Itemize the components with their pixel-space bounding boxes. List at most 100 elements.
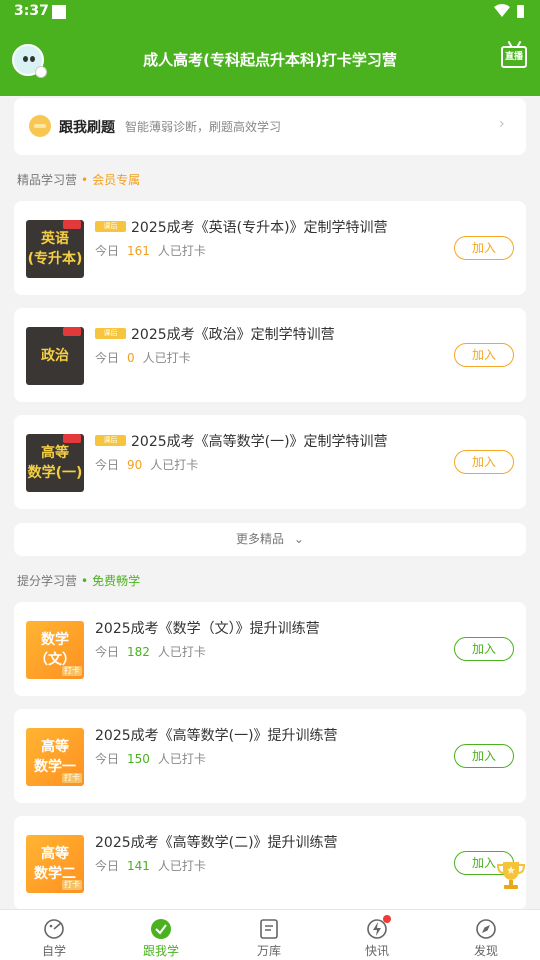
camp-today: 今日 182 人已打卡 <box>95 643 206 660</box>
drill-title: 跟我刷题 <box>59 120 115 136</box>
today-label: 今日 <box>95 859 120 873</box>
thumb-line: 数学 <box>41 632 69 648</box>
live-button[interactable]: 直播 <box>501 46 527 68</box>
tab-label: 快讯 <box>364 944 389 958</box>
drill-description: 智能薄弱诊断，刷题高效学习 <box>125 120 282 134</box>
camp-title: 2025成考《高等数学(一)》定制学特训营 <box>131 434 388 450</box>
today-label: 今日 <box>95 645 120 659</box>
checkin-suffix: 人已打卡 <box>157 244 206 258</box>
notification-icon <box>52 5 66 19</box>
camp-today: 今日 150 人已打卡 <box>95 750 206 767</box>
checkin-stamp: 打卡 <box>62 880 82 890</box>
today-label: 今日 <box>95 458 120 472</box>
vip-badge: 课后 <box>95 221 126 232</box>
camp-card[interactable]: 高等 数学一 打卡 2025成考《高等数学(一)》提升训练营 今日 150 人已打卡 … <box>14 709 526 803</box>
chevron-right-icon: › <box>499 116 505 132</box>
vip-badge: 课后 <box>95 328 126 339</box>
tab-discover[interactable]: 发现 <box>456 918 516 959</box>
camp-today: 今日 141 人已打卡 <box>95 857 206 874</box>
flag-icon <box>63 434 81 443</box>
join-button[interactable]: 加入 <box>454 343 514 367</box>
section-dot: • <box>81 173 89 187</box>
tab-label: 跟我学 <box>142 944 179 958</box>
camp-card[interactable]: 政治 课后 2025成考《政治》定制学特训营 今日 0 人已打卡 加入 <box>14 308 526 402</box>
camp-card[interactable]: 数学 （文） 打卡 2025成考《数学（文）》提升训练营 今日 182 人已打卡 加入 <box>14 602 526 696</box>
camp-thumbnail: 高等 数学(一) <box>26 434 84 492</box>
camp-thumbnail: 高等 数学二 打卡 <box>26 835 84 893</box>
join-button[interactable]: 加入 <box>454 450 514 474</box>
tab-follow-study[interactable]: 跟我学 <box>131 918 191 959</box>
checkin-suffix: 人已打卡 <box>157 859 206 873</box>
section-dot: • <box>81 574 89 588</box>
thumb-line: 政治 <box>41 348 69 364</box>
camp-card[interactable]: 英语 (专升本) 课后 2025成考《英语(专升本)》定制学特训营 今日 161 人已… <box>14 201 526 295</box>
checkin-count: 90 <box>127 458 143 472</box>
camp-thumbnail: 政治 <box>26 327 84 385</box>
section-label: 提分学习营 <box>17 574 78 588</box>
camp-title: 2025成考《政治》定制学特训营 <box>131 327 335 343</box>
camp-title: 2025成考《英语(专升本)》定制学特训营 <box>131 220 388 236</box>
section-label: 精品学习营 <box>17 173 78 187</box>
vip-badge: 课后 <box>95 435 126 446</box>
join-button[interactable]: 加入 <box>454 236 514 260</box>
thumb-line: (专升本) <box>27 251 83 267</box>
checkin-suffix: 人已打卡 <box>157 645 206 659</box>
checkin-count: 141 <box>127 859 150 873</box>
camp-today: 今日 161 人已打卡 <box>95 242 206 259</box>
chevron-down-icon: ⌄ <box>293 532 304 546</box>
tab-label: 自学 <box>41 944 66 958</box>
checkin-count: 0 <box>127 351 135 365</box>
checkin-suffix: 人已打卡 <box>157 752 206 766</box>
thumb-line: 英语 <box>40 231 69 247</box>
compass-icon <box>476 919 496 939</box>
bottom-tab-bar: 自学 跟我学 万库 快讯 发现 <box>0 909 540 960</box>
thumb-line: 数学(一) <box>27 465 83 481</box>
lightbulb-icon <box>29 115 51 137</box>
self-study-icon <box>44 919 64 939</box>
battery-icon <box>517 5 524 18</box>
checkin-suffix: 人已打卡 <box>150 458 199 472</box>
camp-card[interactable]: 高等 数学二 打卡 2025成考《高等数学(二)》提升训练营 今日 141 人已打卡 … <box>14 816 526 910</box>
status-bar: 3:37 <box>0 0 540 24</box>
checkin-stamp: 打卡 <box>62 666 82 676</box>
drill-card[interactable]: 跟我刷题 智能薄弱诊断，刷题高效学习 › <box>14 98 526 155</box>
tab-self-study[interactable]: 自学 <box>24 918 84 959</box>
premium-section-header: 精品学习营 • 会员专属 <box>17 171 140 188</box>
camp-thumbnail: 高等 数学一 打卡 <box>26 728 84 786</box>
camp-title: 2025成考《高等数学(一)》提升训练营 <box>95 728 338 744</box>
checkin-count: 182 <box>127 645 150 659</box>
today-label: 今日 <box>95 752 120 766</box>
tab-label: 发现 <box>473 944 498 958</box>
thumb-line: 高等 <box>41 739 69 755</box>
camp-thumbnail: 数学 （文） 打卡 <box>26 621 84 679</box>
checkin-count: 161 <box>127 244 150 258</box>
camp-title: 2025成考《高等数学(二)》提升训练营 <box>95 835 338 851</box>
join-button[interactable]: 加入 <box>454 744 514 768</box>
tab-news-flash[interactable]: 快讯 <box>347 915 407 959</box>
trophy-icon[interactable] <box>494 858 528 892</box>
more-premium-button[interactable]: 更多精品 ⌄ <box>14 523 526 556</box>
checkin-stamp: 打卡 <box>62 773 82 783</box>
camp-today: 今日 0 人已打卡 <box>95 349 191 366</box>
app-bar: 成人高考(专科起点升本科)打卡学习营 直播 <box>0 24 540 96</box>
camp-card[interactable]: 高等 数学(一) 课后 2025成考《高等数学(一)》定制学特训营 今日 90 人已打… <box>14 415 526 509</box>
tab-label: 万库 <box>256 944 281 958</box>
section-tag: 会员专属 <box>92 173 141 187</box>
status-time: 3:37 <box>14 3 49 19</box>
page-title: 成人高考(专科起点升本科)打卡学习营 <box>143 51 397 69</box>
library-icon <box>260 919 278 939</box>
checkin-count: 150 <box>127 752 150 766</box>
tab-library[interactable]: 万库 <box>239 918 299 959</box>
follow-study-icon <box>151 919 171 939</box>
thumb-line: 高等 <box>41 846 69 862</box>
join-button[interactable]: 加入 <box>454 637 514 661</box>
today-label: 今日 <box>95 351 120 365</box>
wifi-icon <box>494 4 510 17</box>
section-tag: 免费畅学 <box>92 574 141 588</box>
camp-title: 2025成考《数学（文）》提升训练营 <box>95 621 320 637</box>
flag-icon <box>63 327 81 336</box>
today-label: 今日 <box>95 244 120 258</box>
notification-dot-icon <box>383 915 391 923</box>
free-section-header: 提分学习营 • 免费畅学 <box>17 572 140 589</box>
camp-thumbnail: 英语 (专升本) <box>26 220 84 278</box>
